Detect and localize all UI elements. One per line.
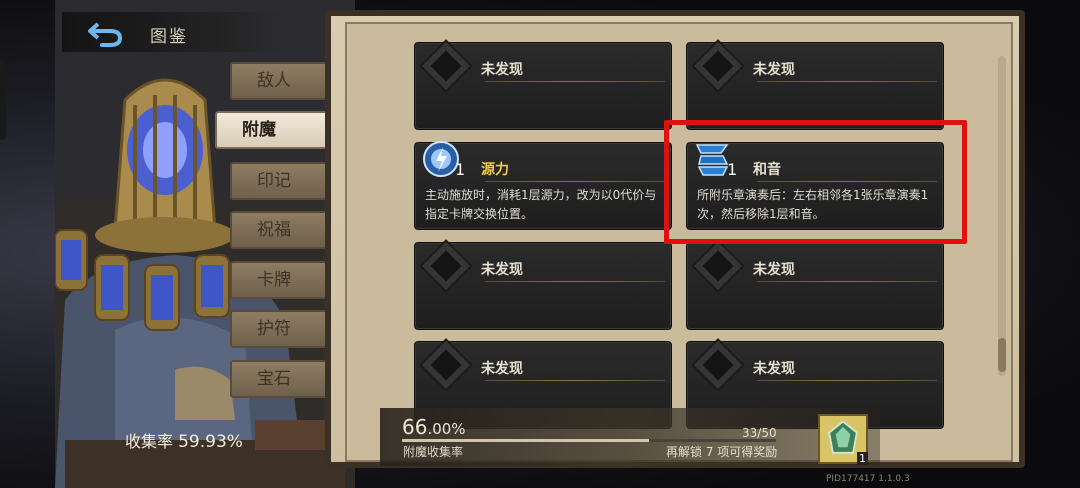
reward-hint: 再解锁 7 项可得奖励	[666, 445, 778, 459]
card-divider	[757, 380, 937, 381]
card-divider	[485, 181, 665, 182]
page-title: 图鉴	[150, 27, 188, 47]
percent-decimal: .00%	[427, 420, 466, 438]
locked-diamond-icon	[421, 41, 471, 91]
collection-progress-bar	[402, 439, 776, 442]
card-divider	[485, 380, 665, 381]
collection-rate-label: 收集率	[125, 432, 174, 451]
tab-enchantments[interactable]: 附魔	[215, 111, 343, 149]
card-title: 未发现	[481, 262, 523, 278]
scrollbar-track[interactable]	[998, 56, 1006, 376]
card-title: 未发现	[753, 62, 795, 78]
overall-collection-rate: 收集率 59.93%	[125, 428, 243, 452]
card-divider	[485, 281, 665, 282]
tab-blessings[interactable]: 祝福	[230, 211, 340, 249]
card-divider	[757, 281, 937, 282]
card-divider	[757, 81, 937, 82]
back-arrow-icon[interactable]	[88, 18, 124, 48]
collection-rate-caption: 附魔收集率	[403, 445, 464, 459]
tab-enemies[interactable]: 敌人	[230, 62, 340, 100]
collection-progress-fill	[402, 439, 649, 442]
locked-diamond-icon	[421, 241, 471, 291]
card-title: 源力	[481, 162, 509, 178]
card-title: 未发现	[753, 262, 795, 278]
card-title: 未发现	[481, 361, 523, 377]
enchant-card-undiscovered[interactable]: 未发现	[686, 241, 944, 330]
locked-diamond-icon	[693, 41, 743, 91]
enchant-card-undiscovered[interactable]: 未发现	[686, 41, 944, 130]
card-description: 主动施放时，消耗1层源力，改为以0代价与指定卡牌交换位置。	[425, 188, 657, 221]
collection-percent: 66.00%	[402, 415, 466, 439]
tab-marks[interactable]: 印记	[230, 162, 340, 200]
enchant-card-undiscovered[interactable]: 未发现	[414, 241, 672, 330]
enchant-card-source[interactable]: 1 源力 主动施放时，消耗1层源力，改为以0代价与指定卡牌交换位置。	[414, 141, 672, 230]
locked-diamond-icon	[693, 340, 743, 390]
game-screen: 图鉴 敌人 附魔 印记 祝福 卡牌 护符 宝石 收集率 59.93% 未发现 未…	[0, 0, 1080, 488]
tab-gems[interactable]: 宝石	[230, 360, 340, 398]
card-title: 未发现	[481, 62, 523, 78]
enchant-card-undiscovered[interactable]: 未发现	[414, 41, 672, 130]
tab-cards[interactable]: 卡牌	[230, 261, 340, 299]
version-label: PID177417 1.1.0.3	[826, 474, 910, 484]
collection-rate-value: 59.93%	[178, 432, 243, 452]
enchant-stack-count: 1	[455, 160, 466, 179]
collection-count: 33/50	[742, 426, 777, 440]
locked-diamond-icon	[693, 241, 743, 291]
tab-amulets[interactable]: 护符	[230, 310, 340, 348]
highlight-box	[664, 120, 967, 244]
scrollbar-thumb[interactable]	[998, 338, 1006, 372]
card-title: 未发现	[753, 361, 795, 377]
reward-count: 1	[857, 452, 868, 465]
locked-diamond-icon	[421, 340, 471, 390]
card-divider	[485, 81, 665, 82]
screen-notch	[0, 60, 6, 140]
percent-integer: 66	[402, 415, 428, 439]
